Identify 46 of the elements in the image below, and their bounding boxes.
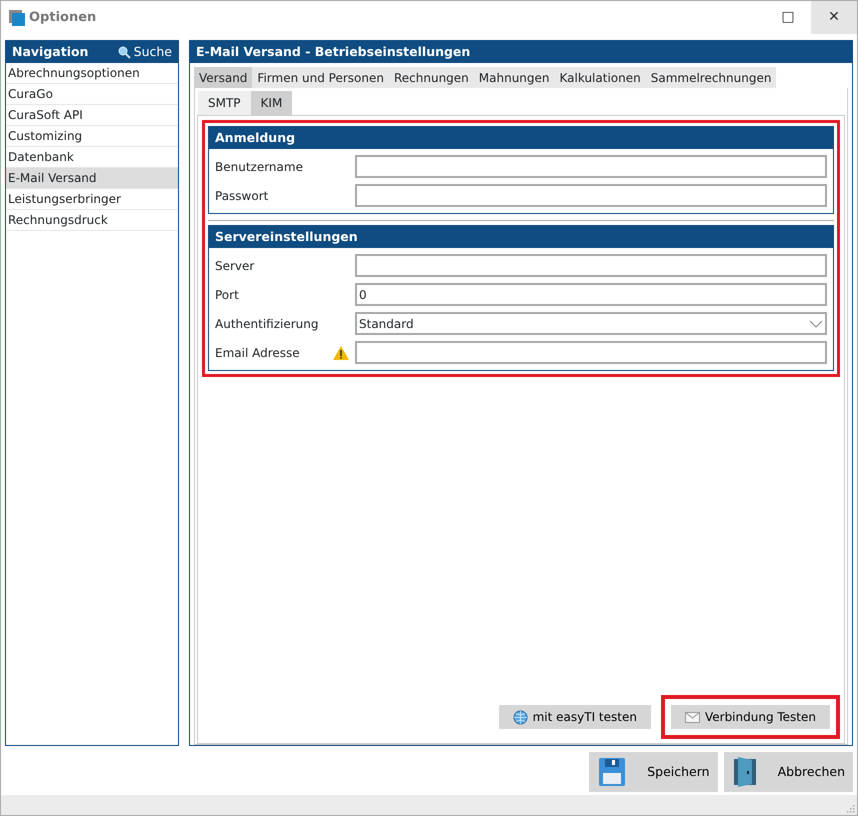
tab[interactable]: KIM	[250, 91, 292, 115]
nav-item[interactable]: E-Mail Versand	[6, 168, 178, 189]
header-title: Navigation	[12, 42, 88, 61]
cancel-button[interactable]: Abbrechen	[724, 752, 853, 792]
globe-icon	[512, 710, 528, 724]
dropdown[interactable]: Standard	[355, 312, 827, 335]
search-link[interactable]: Suche	[118, 42, 172, 62]
tab[interactable]: Sammelrechnungen	[646, 67, 776, 88]
app-icon	[9, 8, 25, 26]
field-label: Benutzername	[215, 158, 304, 176]
input-field[interactable]: 0	[355, 283, 827, 306]
tab[interactable]: SMTP	[198, 91, 251, 115]
nav-item[interactable]: CuraSoft API	[6, 105, 178, 126]
input-field[interactable]	[355, 341, 827, 364]
input-field[interactable]	[355, 184, 827, 207]
nav-item[interactable]: Leistungserbringer	[6, 189, 178, 210]
nav-item[interactable]: Abrechnungsoptionen	[6, 63, 178, 84]
nav-item[interactable]: Rechnungsdruck	[6, 210, 178, 231]
tab[interactable]: Firmen und Personen	[252, 67, 389, 88]
nav-item[interactable]: CuraGo	[6, 84, 178, 105]
window-title: Optionen	[29, 8, 96, 27]
test-button[interactable]: mit easyTI testen	[498, 705, 651, 729]
maximize-button[interactable]: □	[765, 1, 811, 34]
tab[interactable]: Kalkulationen	[554, 67, 646, 88]
section-title: Servereinstellungen	[215, 228, 358, 246]
chevron-icon	[809, 320, 823, 328]
door-icon	[734, 757, 756, 787]
resize-grip-icon	[845, 803, 855, 813]
test-button[interactable]: Verbindung Testen	[670, 705, 830, 729]
tab[interactable]: Mahnungen	[474, 67, 555, 88]
tab[interactable]: Rechnungen	[388, 67, 474, 88]
close-button[interactable]: ✕	[811, 1, 857, 34]
header-title: E-Mail Versand - Betriebseinstellungen	[196, 42, 470, 61]
search-icon	[118, 46, 131, 58]
save-button[interactable]: Speichern	[589, 752, 718, 792]
section-title: Anmeldung	[215, 128, 296, 147]
field-label: Email Adresse	[215, 344, 301, 362]
field-label: Port	[215, 286, 240, 304]
nav-item[interactable]: Customizing	[6, 126, 178, 147]
input-field[interactable]	[355, 254, 827, 277]
field-label: Passwort	[215, 188, 270, 204]
field-label: Authentifizierung	[215, 316, 320, 332]
field-label: Server	[215, 258, 256, 274]
tab[interactable]: Versand	[194, 67, 252, 88]
mail-icon	[684, 712, 700, 722]
input-field[interactable]	[355, 155, 827, 178]
